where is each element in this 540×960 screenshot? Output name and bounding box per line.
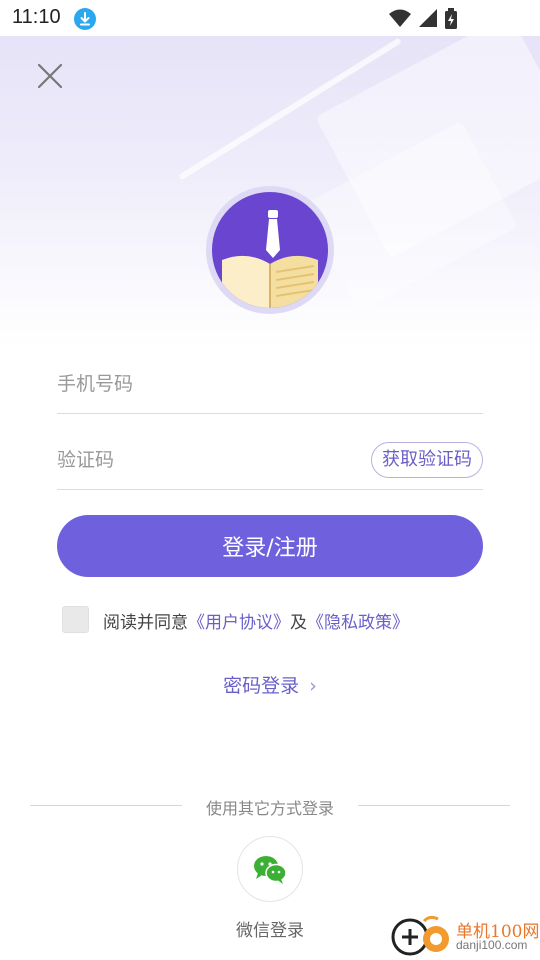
other-login-divider: 使用其它方式登录 (30, 794, 510, 818)
code-field-row: 获取验证码 (57, 430, 483, 490)
logo-circle (212, 192, 328, 308)
status-bar: 11:10 (0, 0, 540, 36)
agreement-text: 阅读并同意《用户协议》及《隐私政策》 (103, 608, 409, 633)
wechat-login-button[interactable] (237, 836, 303, 902)
agree-checkbox[interactable] (62, 606, 89, 633)
close-icon[interactable] (36, 62, 64, 90)
watermark-url: danji100.com (456, 938, 528, 952)
password-login-link[interactable]: 密码登录 › (0, 671, 540, 698)
user-agreement-link[interactable]: 《用户协议》 (188, 613, 290, 633)
phone-field-row (57, 354, 483, 414)
phone-input[interactable] (57, 364, 347, 404)
book-tie-icon (222, 210, 318, 308)
login-register-button[interactable]: 登录/注册 (57, 515, 483, 577)
divider-line (358, 805, 510, 806)
wechat-icon (254, 856, 287, 884)
status-time: 11:10 (12, 6, 61, 28)
cell-signal-icon (419, 9, 437, 27)
wifi-icon (389, 9, 411, 27)
verification-code-input[interactable] (57, 440, 347, 480)
get-code-button[interactable]: 获取验证码 (371, 442, 483, 478)
app-logo (206, 186, 334, 314)
agreement-prefix: 阅读并同意 (103, 613, 188, 633)
watermark: 单机100网 danji100.com (390, 915, 540, 957)
download-icon (74, 8, 96, 30)
other-login-label: 使用其它方式登录 (205, 799, 334, 818)
agreement-joiner: 及 (290, 613, 307, 633)
watermark-logo-icon (391, 915, 449, 956)
chevron-right-icon: › (309, 675, 317, 697)
password-login-label: 密码登录 (223, 675, 300, 697)
privacy-policy-link[interactable]: 《隐私政策》 (307, 613, 409, 633)
battery-icon (445, 8, 457, 29)
